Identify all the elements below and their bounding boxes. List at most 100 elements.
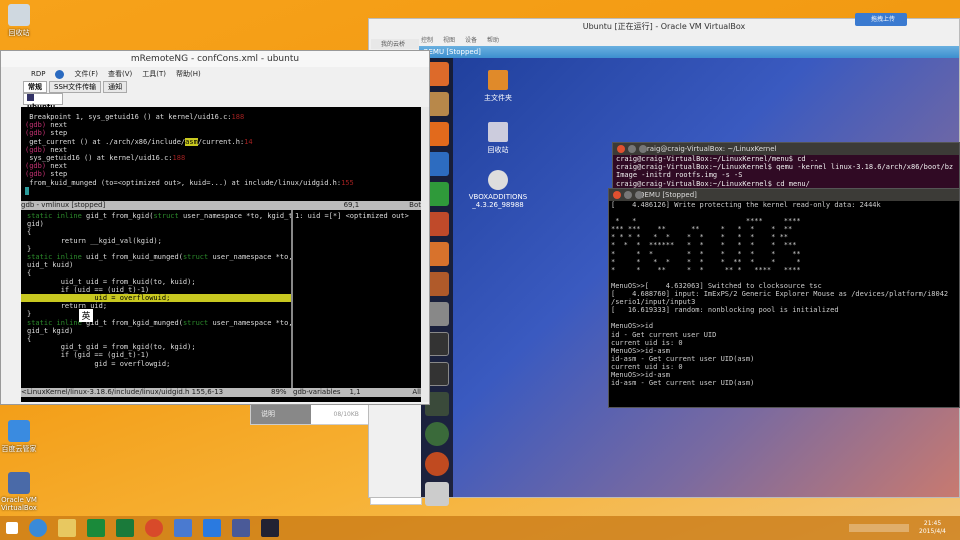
globe-icon[interactable]	[55, 69, 65, 79]
code-token: user_namespace *to, kgid_t k	[182, 212, 291, 220]
rdp-button[interactable]: RDP	[31, 70, 45, 78]
gdb-prompt: (gdb)	[25, 121, 51, 130]
gdb-status-line: gdb - vmlinux [stopped] 69,1 Bot	[21, 201, 421, 210]
terminal-area[interactable]: Breakpoint 1, sys_getuid16 () at kernel/…	[21, 107, 421, 402]
maximize-icon[interactable]	[635, 191, 643, 199]
gdb-line: get_current () at ./arch/x86/include/asm…	[25, 137, 421, 146]
code-line: uid = overflowuid;	[21, 294, 291, 303]
line-number: 14	[244, 137, 253, 146]
code-token: user_namespace *to, k	[212, 318, 291, 327]
desktop-icon-recycle-bin[interactable]: 回收站	[0, 4, 44, 38]
terminal-output[interactable]: craig@craig-VirtualBox:~/LinuxKernel/men…	[613, 155, 959, 188]
baidu-cloud-icon[interactable]	[203, 519, 221, 537]
code-line: {	[27, 228, 32, 237]
menu-tools[interactable]: 工具(T)	[142, 69, 166, 79]
desktop-icon-virtualbox[interactable]: Oracle VM VirtualBox	[0, 472, 44, 512]
tab-ssh-transfer[interactable]: SSH文件传输	[49, 81, 102, 93]
launcher-qemu-icon[interactable]	[425, 452, 449, 476]
upload-button[interactable]: 拖拽上传	[855, 13, 907, 26]
code-line: gid_t kgid)	[27, 326, 74, 335]
app-bird-icon[interactable]	[174, 519, 192, 537]
launcher-ubuntu-icon[interactable]	[425, 422, 449, 446]
toolbar: RDP 文件(F) 查看(V) 工具(T) 帮助(H)	[1, 67, 429, 81]
excel-icon[interactable]	[116, 519, 134, 537]
menu-bar: 控制 视图 设备 帮助	[369, 35, 959, 46]
console-line: id - Get current user UID	[611, 330, 717, 339]
mremoteng-icon[interactable]	[261, 519, 279, 537]
virtualbox-icon[interactable]	[232, 519, 250, 537]
code-line: }	[27, 244, 32, 253]
session-tab[interactable]: ubuntu	[23, 93, 63, 111]
gdb-text: get_current () at ./arch/x86/include/	[25, 137, 186, 146]
scrollbar[interactable]	[421, 107, 429, 402]
gdb-line: (gdb) step	[25, 129, 421, 137]
menu-help[interactable]: 帮助(H)	[176, 69, 201, 79]
minimize-icon[interactable]	[628, 145, 636, 153]
maximize-icon[interactable]	[639, 145, 647, 153]
terminal-line: craig@craig-VirtualBox:~/LinuxKernel/men…	[616, 155, 819, 163]
console-line: MenuOS>>[ 4.632063] Switched to clocksou…	[611, 281, 822, 290]
window-title: craig@craig-VirtualBox: ~/LinuxKernel	[643, 145, 777, 153]
code-line: gid_t gid = from_kgid(to, kgid);	[27, 343, 196, 352]
console-line: * * * * * * * * * * * * **	[611, 233, 789, 242]
desktop-icon-baidu-cloud[interactable]: 百度云管家	[0, 420, 44, 454]
console-line: * * * * * * * * * **	[611, 249, 801, 258]
line-number: 188	[172, 154, 186, 163]
ime-indicator: 英	[79, 309, 93, 322]
tab-notifications[interactable]: 通知	[103, 81, 128, 93]
gdb-line: Breakpoint 1, sys_getuid16 () at kernel/…	[25, 113, 421, 121]
gdb-text: next	[50, 121, 68, 130]
code-token: static inline	[27, 253, 82, 262]
code-token: user_namespace *to, k	[212, 253, 291, 262]
mremoteng-window[interactable]: mRemoteNG - confCons.xml - ubuntu RDP 文件…	[0, 50, 430, 405]
close-icon[interactable]	[617, 145, 625, 153]
terminal-line: Image -initrd rootfs.img -s -S	[616, 171, 743, 180]
qemu-console[interactable]: [ 4.486126] Write protecting the kernel …	[609, 201, 959, 388]
variables-pane[interactable]: 1: uid =[*] <optimized out>	[293, 210, 421, 388]
gdb-prompt: (gdb)	[25, 129, 51, 138]
console-line: [ 16.619333] random: nonblocking pool is…	[611, 306, 839, 315]
ubuntu-terminal-window[interactable]: craig@craig-VirtualBox: ~/LinuxKernel cr…	[612, 142, 960, 192]
menu-devices[interactable]: 设备	[465, 35, 477, 46]
explorer-icon[interactable]	[58, 519, 76, 537]
source-status-line: <LinuxKernel/linux-3.18.6/include/linux/…	[21, 388, 421, 397]
code-line: if (gid == (gid_t)-1)	[27, 351, 150, 360]
guest-icon-vboxadditions[interactable]: VBOXADDITIONS_4.3.26_98988	[468, 170, 528, 209]
qemu-window[interactable]: QEMU [Stopped] [ 4.486126] Write protect…	[608, 188, 960, 408]
gdb-text: step	[50, 129, 68, 138]
gdb-text: next	[50, 145, 68, 154]
menu-view[interactable]: 视图	[443, 35, 455, 46]
gdb-line: sys_getuid16 () at kernel/uid16.c:188	[25, 154, 421, 162]
terminal-icon	[27, 94, 34, 101]
console-line: current uid is: 0	[611, 338, 683, 347]
source-pane[interactable]: static inline gid_t from_kgid(struct use…	[21, 210, 291, 388]
gdb-console[interactable]: Breakpoint 1, sys_getuid16 () at kernel/…	[21, 107, 421, 201]
tab-general[interactable]: 常规	[23, 81, 47, 93]
launcher-trash-icon[interactable]	[425, 482, 449, 506]
gdb-line: (gdb) next	[25, 146, 421, 154]
clock[interactable]: 21:45 2015/4/4	[919, 520, 946, 536]
store-icon[interactable]	[87, 519, 105, 537]
code-line: static inline gid_t from_kgid_munged(str…	[27, 319, 291, 327]
minimize-icon[interactable]	[624, 191, 632, 199]
tray-icons[interactable]	[849, 524, 910, 532]
menu-file[interactable]: 文件(F)	[74, 69, 98, 79]
window-title: QEMU [Stopped]	[639, 191, 697, 199]
menu-control[interactable]: 控制	[421, 35, 433, 46]
menu-view[interactable]: 查看(V)	[108, 69, 132, 79]
browser-tab[interactable]: 我的云桥	[371, 39, 419, 49]
terminal-line: craig@craig-VirtualBox:~/LinuxKernel$ qe…	[616, 163, 954, 172]
gdb-line: from_kuid_munged (to=<optimized out>, ku…	[25, 179, 421, 187]
console-line: * * **** ****	[611, 217, 801, 226]
chrome-icon[interactable]	[145, 519, 163, 537]
guest-icon-home[interactable]: 主文件夹	[468, 70, 528, 103]
guest-icon-trash[interactable]: 回收站	[468, 122, 528, 155]
menu-help[interactable]: 帮助	[487, 35, 499, 46]
start-icon[interactable]	[6, 522, 18, 534]
console-line: current uid is: 0	[611, 362, 683, 371]
code-line: static inline gid_t from_kgid(struct use…	[27, 212, 291, 220]
ie-icon[interactable]	[29, 519, 47, 537]
close-icon[interactable]	[613, 191, 621, 199]
